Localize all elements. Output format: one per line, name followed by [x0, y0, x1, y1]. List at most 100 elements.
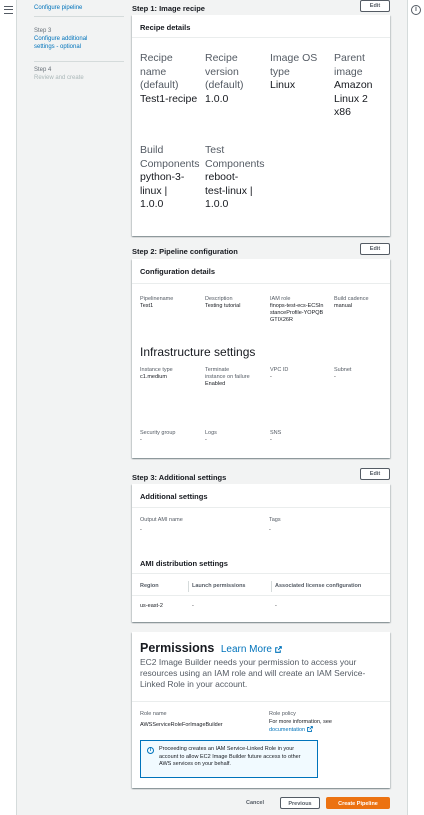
- build-cadence-label: Build cadence: [334, 296, 369, 302]
- vpc-id-value: -: [270, 374, 272, 380]
- role-name-label: Role name: [140, 711, 167, 717]
- configuration-details-title: Configuration details: [140, 267, 215, 276]
- output-ami-label: Output AMI name: [140, 517, 183, 523]
- test-components-field: Test Components reboot-test-linux | 1.0.…: [205, 144, 265, 212]
- security-group-value: -: [140, 437, 142, 443]
- vpc-id-field: VPC ID -: [270, 367, 324, 381]
- step3-heading: Step 3: Additional settings: [132, 473, 227, 482]
- logs-value: -: [205, 437, 207, 443]
- recipe-name-field: Recipe name (default) Test1-recipe: [140, 52, 198, 106]
- recipe-version-field: Recipe version (default) 1.0.0: [205, 52, 263, 106]
- sns-value: -: [270, 437, 272, 443]
- nav-step3-label: Step 3: [34, 28, 52, 34]
- panel-divider: [132, 283, 390, 284]
- build-components-label: Build Components: [140, 144, 200, 170]
- role-policy-field: Role policy For more information, see do…: [269, 711, 384, 734]
- nav-step3-link[interactable]: Configure additional settings - optional: [34, 36, 100, 51]
- test-components-value: reboot-test-linux | 1.0.0: [205, 171, 253, 210]
- column-header-license: Associated license configuration: [275, 583, 362, 589]
- panel-divider: [132, 573, 390, 574]
- infrastructure-settings-title: Infrastructure settings: [140, 345, 256, 359]
- previous-button[interactable]: Previous: [280, 797, 320, 809]
- recipe-details-title: Recipe details: [140, 23, 191, 32]
- os-type-value: Linux: [270, 79, 296, 91]
- left-nav-bar: [0, 0, 17, 815]
- instance-type-value: c1.medium: [140, 374, 167, 380]
- panel-divider: [132, 701, 390, 702]
- vpc-id-label: VPC ID: [270, 367, 289, 373]
- nav-divider: [34, 16, 124, 17]
- permissions-title: Permissions: [140, 641, 215, 655]
- row-license: -: [275, 603, 277, 609]
- sns-label: SNS: [270, 430, 282, 436]
- os-type-field: Image OS type Linux: [270, 52, 320, 93]
- build-cadence-field: Build cadence manual: [334, 296, 388, 310]
- step1-heading: Step 1: Image recipe: [132, 4, 205, 13]
- info-alert-text: Proceeding creates an IAM Service-Linked…: [159, 746, 301, 767]
- iam-role-value: finops-test-ecs-ECSInstanceProfile-YOPQB…: [270, 303, 324, 323]
- tags-value: -: [269, 527, 271, 533]
- role-policy-text: For more information, see: [269, 719, 332, 725]
- external-link-icon[interactable]: [275, 646, 283, 653]
- cancel-button[interactable]: Cancel: [240, 797, 270, 809]
- recipe-version-label: Recipe version (default): [205, 52, 244, 91]
- panel-divider: [132, 507, 390, 508]
- security-group-field: Security group -: [140, 430, 198, 444]
- pipelinename-field: Pipelinename Test1: [140, 296, 198, 310]
- sns-field: SNS -: [270, 430, 324, 444]
- tags-label: Tags: [269, 517, 281, 523]
- terminate-on-failure-value: Enabled: [205, 381, 226, 387]
- build-cadence-value: manual: [334, 303, 353, 309]
- right-help-bar: i: [407, 0, 424, 815]
- info-alert: i Proceeding creates an IAM Service-Link…: [140, 740, 318, 778]
- step3-edit-button[interactable]: Edit: [360, 468, 390, 480]
- permissions-panel: Permissions Learn More EC2 Image Builder…: [132, 632, 390, 788]
- nav-step4-label: Step 4: [34, 67, 52, 73]
- configuration-details-panel: Configuration details Pipelinename Test1…: [132, 259, 390, 458]
- logs-field: Logs -: [205, 430, 263, 444]
- column-divider: [188, 581, 189, 592]
- info-icon[interactable]: i: [411, 5, 421, 15]
- tags-field: Tags -: [269, 517, 379, 534]
- row-launch-permissions: -: [192, 603, 194, 609]
- external-link-icon[interactable]: [306, 726, 313, 732]
- pipelinename-label: Pipelinename: [140, 296, 174, 302]
- column-header-launch-permissions: Launch permissions: [192, 583, 246, 589]
- subnet-label: Subnet: [334, 367, 352, 373]
- terminate-on-failure-field: Terminate instance on failure Enabled: [205, 367, 250, 388]
- step2-edit-button[interactable]: Edit: [360, 243, 390, 255]
- recipe-name-value: Test1-recipe: [140, 92, 198, 105]
- permissions-description: EC2 Image Builder needs your permission …: [140, 657, 366, 689]
- terminate-on-failure-label: Terminate instance on failure: [205, 367, 250, 380]
- step1-edit-button[interactable]: Edit: [360, 0, 390, 12]
- recipe-details-panel: Recipe details Recipe name (default) Tes…: [132, 15, 390, 236]
- documentation-link[interactable]: documentation: [269, 727, 305, 733]
- description-field: Description Testing tutorial: [205, 296, 263, 310]
- build-components-value: python-3-linux | 1.0.0: [140, 171, 185, 210]
- column-header-region: Region: [140, 583, 159, 589]
- additional-settings-panel: Additional settings Output AMI name - Ta…: [132, 484, 390, 622]
- test-components-label: Test Components: [205, 144, 265, 170]
- iam-role-field: IAM role finops-test-ecs-ECSInstanceProf…: [270, 296, 324, 324]
- role-name-value: AWSServiceRoleForImageBuilder: [140, 722, 223, 728]
- parent-image-value: Amazon Linux 2 x86: [334, 79, 373, 118]
- description-label: Description: [205, 296, 233, 302]
- iam-role-label: IAM role: [270, 296, 291, 302]
- create-pipeline-button[interactable]: Create Pipeline: [326, 797, 390, 809]
- role-name-field: Role name AWSServiceRoleForImageBuilder: [140, 711, 260, 729]
- description-value: Testing tutorial: [205, 303, 241, 309]
- table-header-divider: [132, 595, 390, 596]
- menu-icon[interactable]: [4, 6, 13, 14]
- row-region: us-east-2: [140, 603, 163, 609]
- build-components-field: Build Components python-3-linux | 1.0.0: [140, 144, 200, 212]
- output-ami-field: Output AMI name -: [140, 517, 260, 534]
- step2-heading: Step 2: Pipeline configuration: [132, 247, 238, 256]
- nav-configure-pipeline[interactable]: Configure pipeline: [34, 5, 82, 13]
- nav-divider: [34, 61, 124, 62]
- column-divider: [271, 581, 272, 592]
- logs-label: Logs: [205, 430, 217, 436]
- nav-step4-title: Review and create: [34, 75, 84, 81]
- os-type-label: Image OS type: [270, 52, 318, 78]
- info-icon: i: [147, 747, 154, 754]
- learn-more-link[interactable]: Learn More: [221, 644, 272, 655]
